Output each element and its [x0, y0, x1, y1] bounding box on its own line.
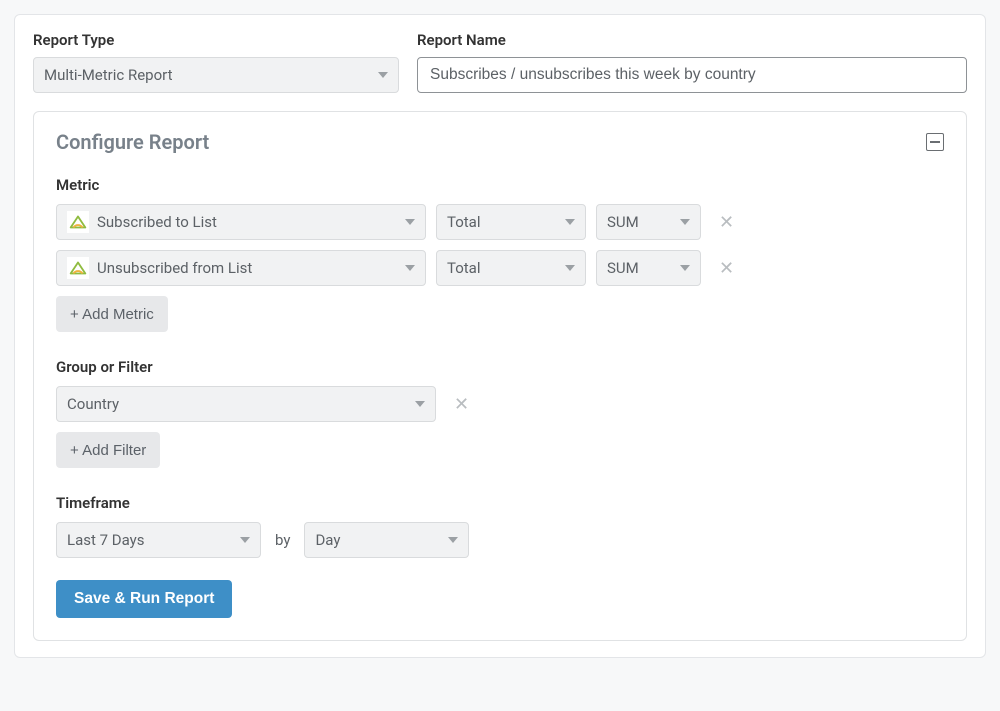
- remove-filter-button[interactable]: ✕: [446, 388, 477, 421]
- chevron-down-icon: [565, 219, 575, 225]
- metric-row: Unsubscribed from List Total SUM ✕: [56, 250, 944, 286]
- timeframe-section-label: Timeframe: [56, 494, 944, 512]
- chevron-down-icon: [405, 265, 415, 271]
- timeframe-range-select[interactable]: Last 7 Days: [56, 522, 261, 558]
- remove-metric-button[interactable]: ✕: [711, 206, 742, 239]
- timeframe-by-word: by: [271, 531, 294, 549]
- report-builder-panel: Report Type Multi-Metric Report Report N…: [14, 14, 986, 658]
- metric-name-value: Subscribed to List: [97, 213, 217, 231]
- group-filter-section-label: Group or Filter: [56, 358, 944, 376]
- metric-name-select[interactable]: Subscribed to List: [56, 204, 426, 240]
- add-metric-button[interactable]: + Add Metric: [56, 296, 168, 332]
- configure-report-card: Configure Report Metric Subscribed to Li…: [33, 111, 967, 641]
- metric-measure-value: Total: [447, 213, 481, 231]
- metric-section-label: Metric: [56, 176, 944, 194]
- report-name-label: Report Name: [417, 31, 967, 49]
- chevron-down-icon: [415, 401, 425, 407]
- metric-name-value: Unsubscribed from List: [97, 259, 252, 277]
- metric-agg-select[interactable]: SUM: [596, 204, 701, 240]
- save-run-button[interactable]: Save & Run Report: [56, 580, 232, 618]
- timeframe-granularity-select[interactable]: Day: [304, 522, 469, 558]
- collapse-toggle[interactable]: [926, 133, 944, 151]
- metric-row: Subscribed to List Total SUM ✕: [56, 204, 944, 240]
- minus-icon: [930, 141, 940, 143]
- configure-report-title: Configure Report: [56, 130, 209, 154]
- metric-agg-value: SUM: [607, 213, 639, 231]
- klaviyo-logo-icon: [67, 257, 89, 279]
- report-type-value: Multi-Metric Report: [44, 66, 173, 84]
- chevron-down-icon: [405, 219, 415, 225]
- report-name-input[interactable]: [417, 57, 967, 93]
- metric-agg-select[interactable]: SUM: [596, 250, 701, 286]
- chevron-down-icon: [565, 265, 575, 271]
- metric-measure-select[interactable]: Total: [436, 250, 586, 286]
- chevron-down-icon: [378, 72, 388, 78]
- klaviyo-logo-icon: [67, 211, 89, 233]
- remove-metric-button[interactable]: ✕: [711, 252, 742, 285]
- metric-agg-value: SUM: [607, 259, 639, 277]
- add-filter-button[interactable]: + Add Filter: [56, 432, 160, 468]
- filter-select[interactable]: Country: [56, 386, 436, 422]
- metric-name-select[interactable]: Unsubscribed from List: [56, 250, 426, 286]
- chevron-down-icon: [680, 265, 690, 271]
- filter-value: Country: [67, 395, 119, 413]
- report-type-select[interactable]: Multi-Metric Report: [33, 57, 399, 93]
- chevron-down-icon: [448, 537, 458, 543]
- metric-measure-select[interactable]: Total: [436, 204, 586, 240]
- report-type-label: Report Type: [33, 31, 399, 49]
- metric-measure-value: Total: [447, 259, 481, 277]
- filter-row: Country ✕: [56, 386, 944, 422]
- chevron-down-icon: [680, 219, 690, 225]
- timeframe-granularity-value: Day: [315, 531, 340, 549]
- chevron-down-icon: [240, 537, 250, 543]
- timeframe-range-value: Last 7 Days: [67, 531, 145, 549]
